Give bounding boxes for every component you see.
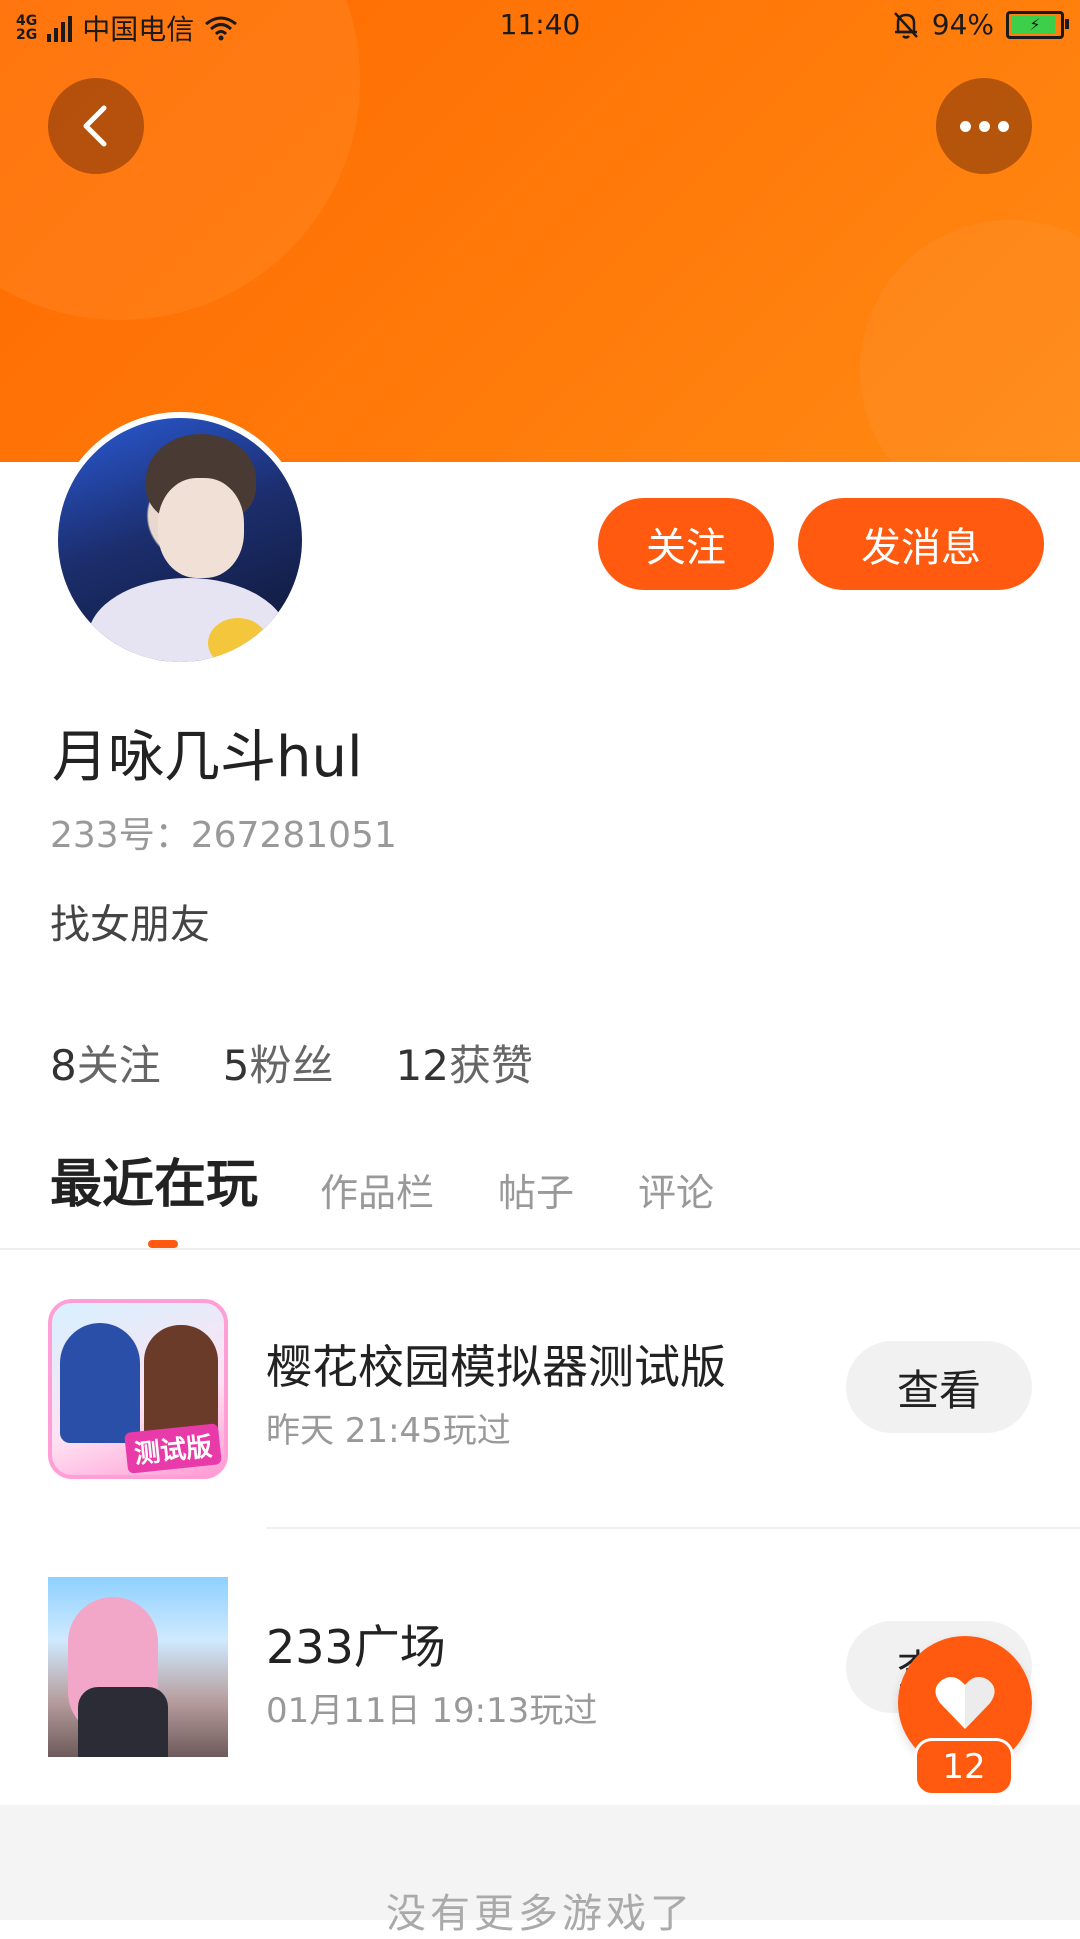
- heart-icon: [935, 1676, 995, 1729]
- row-divider: [266, 1527, 1080, 1529]
- status-bar: 4G 2G 中国电信 11:40 94% ⚡: [0, 0, 1080, 50]
- user-bio: 找女朋友: [50, 902, 210, 948]
- game-title: 233广场: [266, 1620, 446, 1674]
- more-dots-icon: [959, 120, 1009, 132]
- game-icon: 测试版: [48, 1299, 228, 1479]
- tab-comments[interactable]: 评论: [638, 1162, 714, 1217]
- game-last-played: 01月11日 19:13玩过: [266, 1691, 598, 1731]
- back-button[interactable]: [48, 78, 144, 174]
- list-footer: 没有更多游戏了: [0, 1805, 1080, 1937]
- send-message-button[interactable]: 发消息: [798, 498, 1044, 590]
- game-icon: [48, 1577, 228, 1757]
- follow-button[interactable]: 关注: [598, 498, 774, 590]
- profile-tabs: 最近在玩 作品栏 帖子 评论: [50, 1142, 778, 1217]
- view-game-button[interactable]: 查看: [846, 1341, 1032, 1433]
- stat-likes[interactable]: 12获赞: [396, 1032, 533, 1093]
- more-button[interactable]: [936, 78, 1032, 174]
- list-item[interactable]: 测试版 樱花校园模拟器测试版 昨天 21:45玩过 查看: [0, 1295, 1080, 1485]
- battery-percent: 94%: [931, 8, 994, 41]
- game-last-played: 昨天 21:45玩过: [266, 1411, 511, 1451]
- game-badge: 测试版: [124, 1423, 222, 1474]
- stat-followers[interactable]: 5粉丝: [223, 1032, 334, 1093]
- chevron-left-icon: [83, 105, 107, 147]
- profile-banner: [0, 0, 1080, 462]
- profile-stats: 8关注 5粉丝 12获赞: [50, 1032, 533, 1093]
- stat-following[interactable]: 8关注: [50, 1032, 161, 1093]
- banner-decoration: [860, 220, 1080, 462]
- tab-recently-played[interactable]: 最近在玩: [50, 1142, 258, 1217]
- battery-icon: ⚡: [1006, 10, 1069, 39]
- user-id: 233号：267281051: [50, 815, 397, 856]
- bell-mute-icon: [893, 11, 918, 39]
- tab-works[interactable]: 作品栏: [320, 1162, 434, 1217]
- active-tab-indicator: [148, 1240, 178, 1248]
- game-title: 樱花校园模拟器测试版: [266, 1340, 726, 1394]
- like-count-badge: 12: [914, 1738, 1014, 1796]
- no-more-games-text: 没有更多游戏了: [386, 1891, 694, 1937]
- username: 月咏几斗hul: [52, 725, 363, 790]
- tabs-divider: [0, 1248, 1080, 1250]
- avatar[interactable]: [52, 412, 308, 668]
- tab-posts[interactable]: 帖子: [498, 1162, 574, 1217]
